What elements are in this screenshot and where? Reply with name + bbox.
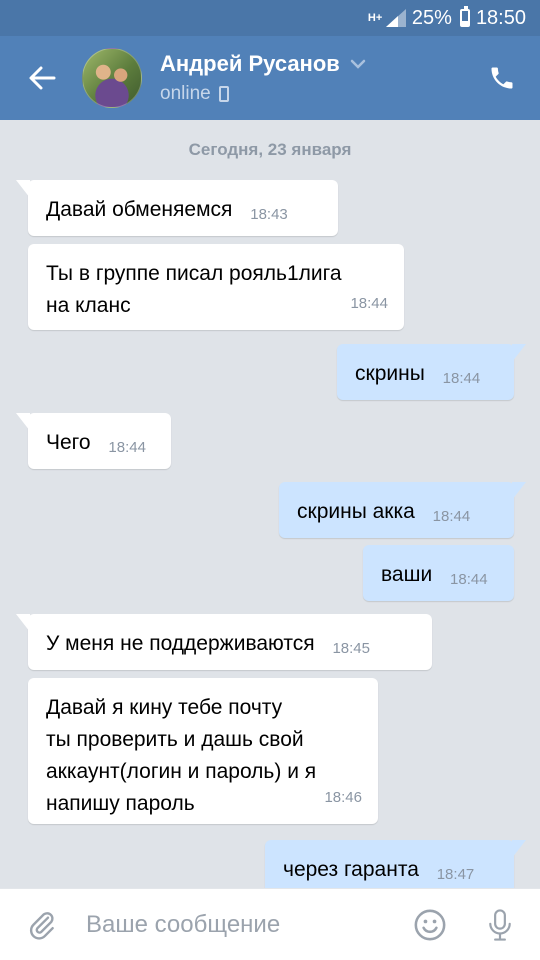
message-incoming[interactable]: Давай обменяемся 18:43 xyxy=(16,180,338,236)
contact-info[interactable]: Андрей Русанов online xyxy=(160,51,472,105)
contact-name-row: Андрей Русанов xyxy=(160,51,472,77)
message-time: 18:44 xyxy=(450,571,488,588)
phone-icon xyxy=(491,67,513,89)
bubble-tail xyxy=(512,482,526,500)
message-time: 18:44 xyxy=(108,439,146,456)
message-outgoing[interactable]: скрины акка 18:44 xyxy=(279,482,526,538)
date-separator: Сегодня, 23 января xyxy=(188,140,352,159)
status-bar: H+ 25% 18:50 xyxy=(0,0,540,36)
call-button[interactable] xyxy=(472,48,532,108)
message-incoming[interactable]: Давай я кину тебе почту ты проверить и д… xyxy=(28,678,378,824)
avatar[interactable] xyxy=(82,48,142,108)
battery-icon xyxy=(459,6,470,27)
message-time: 18:44 xyxy=(432,508,471,525)
back-arrow-icon xyxy=(29,66,56,90)
bubble-tail xyxy=(512,344,526,362)
message-time: 18:46 xyxy=(324,789,362,806)
message-text: Ты в группе писал рояль1лига на кланс xyxy=(46,262,342,317)
bubble-tail xyxy=(512,840,526,858)
smiley-icon xyxy=(414,909,446,940)
contact-name: Андрей Русанов xyxy=(160,51,340,76)
bubble-tail xyxy=(16,180,30,198)
chevron-down-icon xyxy=(350,59,366,69)
voice-button[interactable] xyxy=(476,901,524,949)
chat-header: Андрей Русанов online xyxy=(0,36,540,120)
contact-status: online xyxy=(160,83,211,104)
attach-button[interactable] xyxy=(18,901,66,949)
bubble-tail xyxy=(16,413,30,431)
message-text: ваши xyxy=(381,563,433,586)
message-time: 18:44 xyxy=(442,370,481,387)
message-time: 18:47 xyxy=(436,866,475,883)
message-outgoing[interactable]: ваши 18:44 xyxy=(363,545,514,601)
message-incoming[interactable]: У меня не поддерживаются 18:45 xyxy=(16,614,432,670)
back-button[interactable] xyxy=(12,48,72,108)
message-outgoing[interactable]: скрины 18:44 xyxy=(337,344,526,400)
message-time: 18:45 xyxy=(332,640,370,657)
message-list[interactable]: Сегодня, 23 января Давай обменяемся 18:4… xyxy=(0,120,540,888)
network-type-icon: H+ xyxy=(367,12,383,24)
microphone-icon xyxy=(489,908,511,941)
message-time: 18:44 xyxy=(350,295,388,312)
message-text: через гаранта xyxy=(283,858,419,881)
mobile-icon xyxy=(218,86,229,102)
message-text: скрины акка xyxy=(297,500,415,523)
message-text: Чего xyxy=(46,431,91,454)
message-time: 18:43 xyxy=(250,206,288,223)
message-text: скрины xyxy=(355,362,425,385)
message-outgoing[interactable]: через гаранта 18:47 xyxy=(265,840,526,888)
message-text: Давай обменяемся xyxy=(46,198,233,221)
message-input[interactable] xyxy=(86,910,406,939)
paperclip-icon xyxy=(29,911,54,940)
emoji-button[interactable] xyxy=(406,901,454,949)
message-text: Давай я кину тебе почту ты проверить и д… xyxy=(46,696,317,815)
contact-status-row: online xyxy=(160,83,472,105)
message-incoming[interactable]: Чего 18:44 xyxy=(16,413,171,469)
clock: 18:50 xyxy=(475,6,526,29)
message-text: У меня не поддерживаются xyxy=(46,632,315,655)
battery-percent: 25% xyxy=(411,6,452,29)
message-incoming[interactable]: Ты в группе писал рояль1лига на кланс 18… xyxy=(28,244,404,330)
signal-icon xyxy=(385,9,406,27)
message-composer xyxy=(0,888,540,960)
bubble-tail xyxy=(16,614,30,632)
